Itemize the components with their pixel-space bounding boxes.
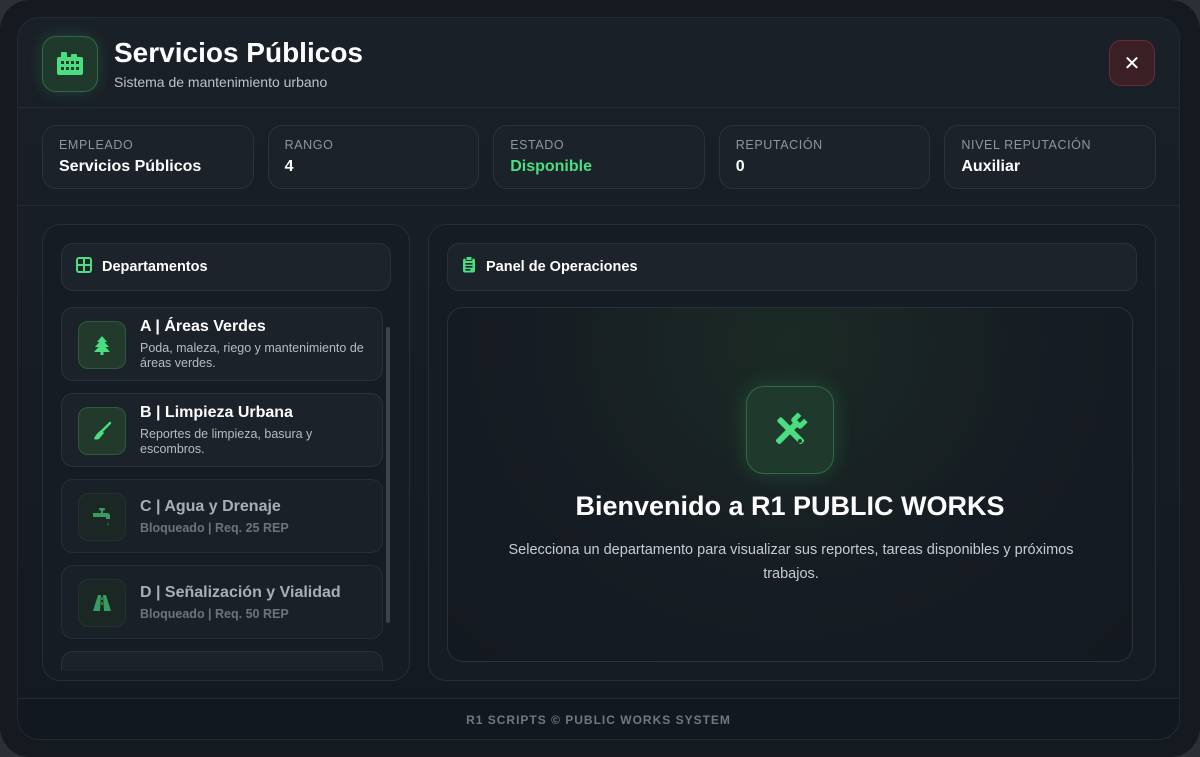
departments-title: Departamentos xyxy=(102,259,208,275)
clipboard-icon xyxy=(462,256,476,278)
operations-panel: Panel de Operaciones Bienvenido a R1 PUB… xyxy=(428,224,1156,681)
stat-card-nivel-reputacion: NIVEL REPUTACIÓN Auxiliar xyxy=(944,125,1156,189)
welcome-card: Bienvenido a R1 PUBLIC WORKS Selecciona … xyxy=(447,307,1133,662)
window-frame: Servicios Públicos Sistema de mantenimie… xyxy=(0,0,1200,757)
stat-label: ESTADO xyxy=(510,138,565,152)
welcome-text: Selecciona un departamento para visualiz… xyxy=(508,542,1074,582)
welcome-title: Bienvenido a R1 PUBLIC WORKS xyxy=(575,491,1005,521)
stat-card-reputacion: REPUTACIÓN 0 xyxy=(718,125,931,189)
operations-header: Panel de Operaciones xyxy=(447,243,1137,291)
department-lock-status: Bloqueado | Req. 25 REP xyxy=(140,521,289,535)
department-name: C | Agua y Drenaje xyxy=(140,498,281,515)
stat-label: NIVEL REPUTACIÓN xyxy=(961,138,1092,152)
road-icon xyxy=(78,579,126,627)
divider xyxy=(18,205,1179,206)
tree-icon xyxy=(78,321,126,369)
department-item-areas-verdes[interactable]: A | Áreas Verdes Poda, maleza, riego y m… xyxy=(61,307,383,381)
department-name: A | Áreas Verdes xyxy=(140,318,266,335)
stat-label: RANGO xyxy=(284,138,334,152)
footer-text: R1 SCRIPTS © PUBLIC WORKS SYSTEM xyxy=(466,713,731,727)
app-container: Servicios Públicos Sistema de mantenimie… xyxy=(17,17,1180,740)
departments-panel: Departamentos A | Áreas Verdes Poda, mal… xyxy=(42,224,410,681)
faucet-icon xyxy=(78,493,126,541)
stats-bar: EMPLEADO Servicios Públicos RANGO 4 ESTA… xyxy=(42,125,1156,189)
departments-header: Departamentos xyxy=(61,243,391,291)
building-icon xyxy=(42,36,98,92)
operations-title: Panel de Operaciones xyxy=(486,259,638,275)
status-value: Disponible xyxy=(510,158,592,175)
stat-value: 0 xyxy=(735,158,745,175)
stat-card-rango: RANGO 4 xyxy=(267,125,480,189)
stat-label: REPUTACIÓN xyxy=(735,138,823,152)
stat-card-estado: ESTADO Disponible xyxy=(493,125,705,189)
department-name: D | Señalización y Vialidad xyxy=(140,584,341,601)
stat-value: 4 xyxy=(284,158,294,175)
department-item-limpieza-urbana[interactable]: B | Limpieza Urbana Reportes de limpieza… xyxy=(61,393,383,467)
stat-card-empleado: EMPLEADO Servicios Públicos xyxy=(42,125,254,189)
page-title: Servicios Públicos xyxy=(114,37,363,68)
grid-icon xyxy=(76,256,92,278)
department-lock-status: Bloqueado | Req. 50 REP xyxy=(140,607,289,621)
broom-icon xyxy=(78,407,126,455)
department-item-agua-drenaje[interactable]: C | Agua y Drenaje Bloqueado | Req. 25 R… xyxy=(61,479,383,553)
close-button[interactable]: ✕ xyxy=(1109,40,1155,86)
department-item-senalizacion-vialidad[interactable]: D | Señalización y Vialidad Bloqueado | … xyxy=(61,565,383,639)
department-name: B | Limpieza Urbana xyxy=(140,404,293,421)
departments-list[interactable]: A | Áreas Verdes Poda, maleza, riego y m… xyxy=(61,307,383,671)
stat-label: EMPLEADO xyxy=(59,138,134,152)
department-item-partial[interactable] xyxy=(61,651,383,671)
department-description: Poda, maleza, riego y mantenimiento de á… xyxy=(140,341,364,370)
departments-scrollbar[interactable] xyxy=(386,327,390,623)
footer: R1 SCRIPTS © PUBLIC WORKS SYSTEM xyxy=(18,698,1179,739)
stat-value: Servicios Públicos xyxy=(59,158,202,175)
stat-value: Auxiliar xyxy=(961,158,1021,175)
tools-icon xyxy=(746,386,834,474)
close-icon: ✕ xyxy=(1123,52,1141,75)
header: Servicios Públicos Sistema de mantenimie… xyxy=(18,18,1179,108)
department-description: Reportes de limpieza, basura y escombros… xyxy=(140,427,313,456)
page-subtitle: Sistema de mantenimiento urbano xyxy=(114,74,328,90)
